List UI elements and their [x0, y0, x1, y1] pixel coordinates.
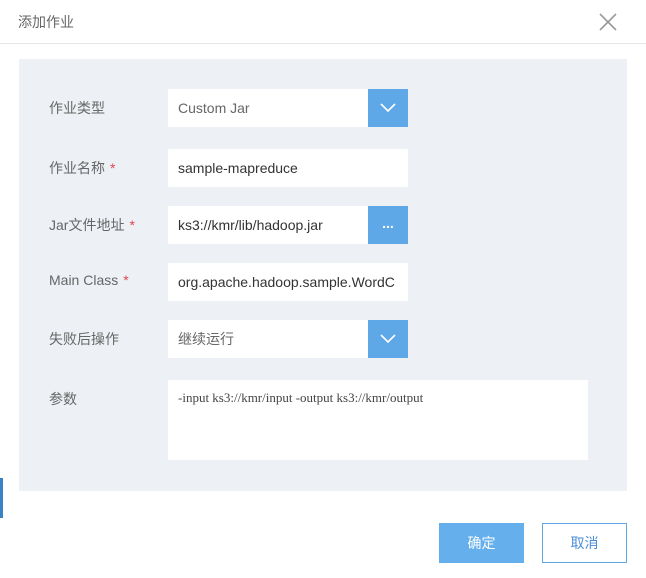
ellipsis-icon: ...	[382, 215, 394, 231]
params-textarea[interactable]: -input ks3://kmr/input -output ks3://kmr…	[168, 380, 588, 460]
required-mark: *	[123, 272, 129, 288]
jar-path-input[interactable]: ks3://kmr/lib/hadoop.jar	[168, 206, 368, 244]
confirm-button[interactable]: 确定	[439, 523, 524, 563]
params-label: 参数	[49, 391, 77, 407]
dialog-header: 添加作业	[0, 0, 646, 44]
job-name-input[interactable]: sample-mapreduce	[168, 149, 408, 187]
job-name-label: 作业名称 *	[49, 160, 116, 176]
job-type-dropdown-button[interactable]	[368, 89, 408, 127]
job-type-label: 作业类型	[49, 100, 105, 116]
required-mark: *	[110, 160, 116, 176]
on-failure-dropdown-button[interactable]	[368, 320, 408, 358]
on-failure-label: 失败后操作	[49, 331, 119, 347]
close-icon[interactable]	[596, 10, 620, 34]
main-class-input[interactable]: org.apache.hadoop.sample.WordC	[168, 263, 408, 301]
chevron-down-icon	[380, 334, 396, 344]
add-job-dialog: 添加作业 作业类型 Custom Jar 作业名称 * sample-mapred…	[0, 0, 646, 578]
main-class-label: Main Class *	[49, 272, 129, 288]
required-mark: *	[129, 217, 135, 233]
dialog-title: 添加作业	[18, 14, 74, 30]
jar-path-label: Jar文件地址 *	[49, 217, 135, 233]
browse-jar-button[interactable]: ...	[368, 206, 408, 244]
job-type-select[interactable]: Custom Jar	[168, 89, 368, 127]
chevron-down-icon	[380, 103, 396, 113]
cancel-button[interactable]: 取消	[542, 523, 627, 563]
background-edge	[0, 478, 3, 518]
on-failure-select[interactable]: 继续运行	[168, 320, 368, 358]
